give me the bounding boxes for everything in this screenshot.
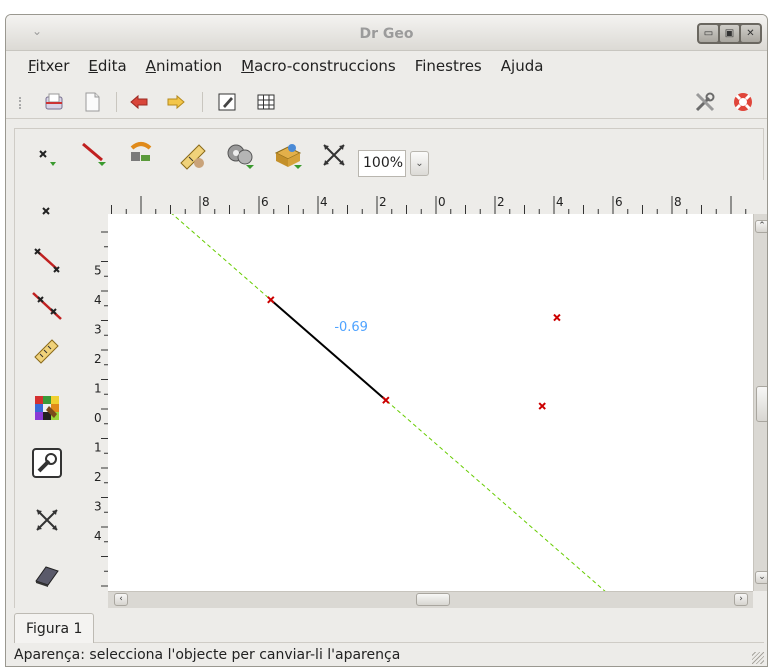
eraser-icon[interactable] xyxy=(27,554,67,594)
ruler-label: 0 xyxy=(94,411,102,425)
point-b[interactable] xyxy=(382,396,390,404)
vertical-ruler-scale: 5 4 3 2 1 0 1 2 3 4 xyxy=(94,231,109,587)
ruler-label: 8 xyxy=(674,195,682,209)
point-tool-icon[interactable] xyxy=(29,138,65,172)
title-bar[interactable]: ⌄ Dr Geo ▭ ▣ ✕ xyxy=(6,15,767,51)
segment-value-label[interactable]: -0.69 xyxy=(334,320,368,335)
line-tool-icon[interactable] xyxy=(77,138,113,172)
back-arrow-icon[interactable] xyxy=(126,89,152,115)
figure-tabs: Figura 1 xyxy=(14,613,764,643)
zoom-value[interactable]: 100% xyxy=(358,150,406,177)
ruler-label: 4 xyxy=(320,195,328,209)
app-window: ⌄ Dr Geo ▭ ▣ ✕ Fitxer Edita Animation Ma… xyxy=(5,14,768,667)
ruler-label: 3 xyxy=(94,500,102,514)
horizontal-ruler-scale: 8 6 4 2 0 2 4 6 8 xyxy=(111,195,747,214)
figure-drawing[interactable] xyxy=(108,214,753,591)
new-file-icon[interactable] xyxy=(79,89,105,115)
transformation-tool-icon[interactable] xyxy=(123,138,159,172)
minimize-button[interactable]: ▭ xyxy=(699,25,718,42)
menu-bar: Fitxer Edita Animation Macro-construccio… xyxy=(6,51,767,81)
menu-finestres[interactable]: Finestres xyxy=(415,57,482,75)
menu-fitxer[interactable]: Fitxer xyxy=(28,57,69,75)
scroll-down-icon[interactable]: ⌄ xyxy=(755,571,767,584)
side-toolbar xyxy=(14,180,92,608)
ruler-label: 0 xyxy=(438,195,446,209)
move-arrows-icon[interactable] xyxy=(27,500,67,540)
ruler-label: 2 xyxy=(94,352,102,366)
resize-grip-icon[interactable] xyxy=(752,652,764,664)
toolbar-grip[interactable] xyxy=(19,97,22,109)
ruler-label: 4 xyxy=(94,293,102,307)
scroll-up-icon[interactable]: ⌃ xyxy=(755,220,767,233)
ruler-label: 5 xyxy=(94,264,102,278)
ruler-label: 2 xyxy=(94,470,102,484)
ruler-label: 6 xyxy=(615,195,623,209)
maximize-button[interactable]: ▣ xyxy=(720,25,739,42)
vertical-scrollbar[interactable]: ⌃ ⌄ xyxy=(753,214,767,591)
ruler-label: 3 xyxy=(94,323,102,337)
line-through-points-icon[interactable] xyxy=(27,286,67,326)
infinite-line[interactable] xyxy=(171,214,702,591)
ruler-label: 4 xyxy=(94,529,102,543)
vertical-ruler: 5 4 3 2 1 0 1 2 3 4 xyxy=(90,214,109,591)
horizontal-ruler: 8 6 4 2 0 2 4 6 8 xyxy=(100,193,752,214)
point-a[interactable] xyxy=(267,296,275,304)
close-button[interactable]: ✕ xyxy=(741,25,760,42)
menu-macro-construccions[interactable]: Macro-construccions xyxy=(241,57,396,75)
move-tool-icon[interactable] xyxy=(316,138,352,172)
script-tool-icon[interactable] xyxy=(270,138,306,172)
ruler-label: 1 xyxy=(94,382,102,396)
grid-icon[interactable] xyxy=(253,89,279,115)
style-palette-icon[interactable] xyxy=(27,388,67,428)
free-point-icon[interactable] xyxy=(27,192,67,232)
menu-ajuda[interactable]: Ajuda xyxy=(501,57,544,75)
distance-measure-icon[interactable] xyxy=(27,330,67,370)
help-lifebuoy-icon[interactable] xyxy=(730,89,756,115)
toolbar-separator xyxy=(202,92,203,112)
forward-arrow-icon[interactable] xyxy=(163,89,189,115)
window-title: Dr Geo xyxy=(359,26,414,42)
zoom-select[interactable]: 100% ⌄ xyxy=(358,150,434,177)
open-file-icon[interactable] xyxy=(41,89,67,115)
ruler-label: 6 xyxy=(261,195,269,209)
chevron-down-icon[interactable]: ⌄ xyxy=(410,151,429,176)
ruler-label: 8 xyxy=(202,195,210,209)
ruler-label: 2 xyxy=(379,195,387,209)
segment[interactable] xyxy=(270,299,387,401)
toolbar-separator xyxy=(116,92,117,112)
vertical-scroll-thumb[interactable] xyxy=(756,386,767,422)
status-bar: Aparença: selecciona l'objecte per canvi… xyxy=(14,647,401,663)
macro-tool-icon[interactable] xyxy=(222,138,258,172)
segment-icon[interactable] xyxy=(27,240,67,280)
point-c[interactable] xyxy=(553,313,561,322)
drawing-canvas[interactable]: -0.69 xyxy=(108,214,753,591)
properties-wrench-icon[interactable] xyxy=(27,443,67,483)
point-d[interactable] xyxy=(538,402,546,410)
menu-animation[interactable]: Animation xyxy=(146,57,222,75)
edit-icon[interactable] xyxy=(214,89,240,115)
scroll-right-icon[interactable]: › xyxy=(734,593,748,606)
menu-edita[interactable]: Edita xyxy=(88,57,126,75)
horizontal-scroll-thumb[interactable] xyxy=(416,593,450,606)
ruler-label: 2 xyxy=(497,195,505,209)
tools-icon[interactable] xyxy=(692,89,718,115)
horizontal-scrollbar[interactable]: ‹ › xyxy=(108,591,753,608)
ruler-label: 1 xyxy=(94,441,102,455)
window-controls: ▭ ▣ ✕ xyxy=(697,23,762,44)
measure-tool-icon[interactable] xyxy=(175,138,211,172)
main-toolbar xyxy=(6,85,767,119)
construction-toolbar: 100% ⌄ xyxy=(14,128,764,180)
ruler-label: 4 xyxy=(556,195,564,209)
scroll-left-icon[interactable]: ‹ xyxy=(114,593,128,606)
tab-figura-1[interactable]: Figura 1 xyxy=(14,613,95,643)
